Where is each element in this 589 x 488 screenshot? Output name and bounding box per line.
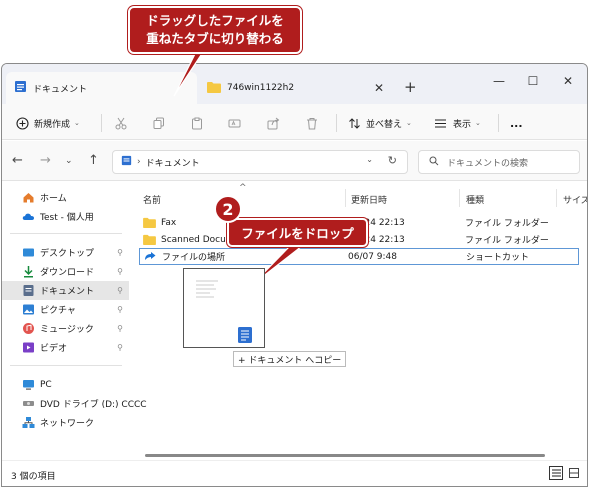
step-badge: 2: [214, 195, 242, 223]
callout-tab-switch: ドラッグしたファイルを 重ねたタブに切り替わる: [128, 6, 302, 54]
callout-line: 重ねたタブに切り替わる: [146, 31, 284, 46]
document-preview-icon: [196, 280, 252, 343]
callout-arrow: [173, 51, 205, 97]
callout-line: ドラッグしたファイルを: [146, 13, 284, 28]
copy-tooltip: + ドキュメント へコピー: [233, 351, 347, 367]
drag-preview: [183, 268, 265, 348]
callout-drop: ファイルをドロップ: [227, 218, 368, 247]
